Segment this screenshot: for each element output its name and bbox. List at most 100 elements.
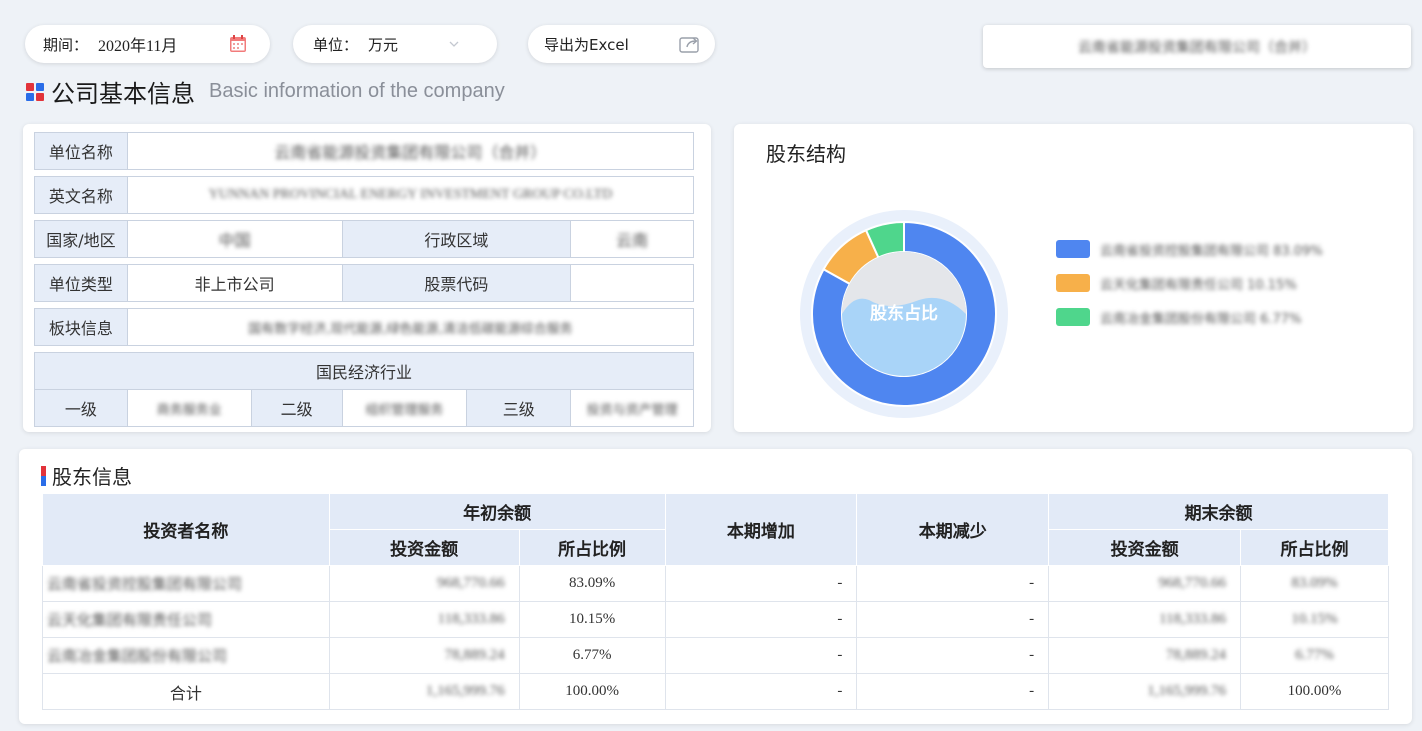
level2-label: 二级 [250, 389, 343, 427]
table-row: 云天化集团有限责任公司 118,333.86 10.15% - - 118,33… [42, 601, 1389, 638]
company-info-card: 单位名称 云南省能源投资集团有限公司（合并） 英文名称 YUNNAN PROVI… [23, 124, 711, 432]
holder-legend: 云南省投资控股集团有限公司 83.09% 云天化集团有限责任公司 10.15% … [1056, 232, 1323, 334]
grid-icon [26, 82, 44, 101]
english-name-value: YUNNAN PROVINCIAL ENERGY INVESTMENT GROU… [126, 176, 695, 214]
legend-item: 云南省投资控股集团有限公司 83.09% [1056, 232, 1323, 266]
level3-value: 投资与资产管理 [570, 389, 694, 427]
export-label: 导出为Excel [544, 35, 629, 54]
total-label: 合计 [42, 673, 330, 710]
shareholder-info-card: 股东信息 投资者名称 年初余额 本期增加 本期减少 期末余额 投资金额 所占比例… [19, 449, 1412, 724]
begin-amount: 78,889.24 [328, 637, 520, 674]
unit-type-value: 非上市公司 [126, 264, 343, 302]
company-selector[interactable]: 云南省能源投资集团有限公司（合并） [983, 25, 1411, 68]
stock-code-label: 股票代码 [341, 264, 572, 302]
header-begin-amount: 投资金额 [328, 529, 520, 566]
legend-swatch [1056, 308, 1090, 326]
unit-name-label: 单位名称 [34, 132, 128, 170]
level3-label: 三级 [466, 389, 572, 427]
end-ratio: 6.77% [1240, 637, 1389, 674]
sector-label: 板块信息 [34, 308, 128, 346]
period-value: 2020年11月 [98, 38, 178, 55]
section-header: 公司基本信息 Basic information of the company [25, 74, 505, 109]
legend-label: 云天化集团有限责任公司 10.15% [1100, 277, 1297, 293]
decrease: - [856, 601, 1050, 638]
decrease: - [856, 565, 1050, 602]
section-title: 公司基本信息 [51, 80, 195, 108]
export-icon [679, 37, 699, 53]
unit-value: 万元 [368, 35, 399, 54]
calendar-icon[interactable] [228, 34, 248, 54]
end-amount: 118,333.86 [1048, 601, 1242, 638]
table-total-row: 合计 1,165,999.76 100.00% - - 1,165,999.76… [42, 673, 1389, 710]
end-amount: 78,889.24 [1048, 637, 1242, 674]
shareholder-table: 投资者名称 年初余额 本期增加 本期减少 期末余额 投资金额 所占比例 投资金额… [42, 493, 1389, 710]
holder-structure-title: 股东结构 [766, 142, 846, 166]
legend-label: 云南省投资控股集团有限公司 83.09% [1100, 243, 1323, 259]
investor-name: 云天化集团有限责任公司 [42, 601, 330, 638]
header-investor: 投资者名称 [42, 493, 330, 566]
level1-value: 商务服务业 [126, 389, 252, 427]
legend-item: 云天化集团有限责任公司 10.15% [1056, 266, 1323, 300]
increase: - [664, 601, 858, 638]
begin-ratio: 83.09% [518, 565, 666, 602]
begin-amount: 968,770.66 [328, 565, 520, 602]
legend-label: 云南冶金集团股份有限公司 6.77% [1100, 311, 1302, 327]
export-excel-button[interactable]: 导出为Excel [528, 25, 715, 63]
table-row: 云南冶金集团股份有限公司 78,889.24 6.77% - - 78,889.… [42, 637, 1389, 674]
country-label: 国家/地区 [34, 220, 128, 258]
donut-center-label: 股东占比 [870, 303, 938, 324]
shareholder-title: 股东信息 [52, 465, 132, 489]
total-end-ratio: 100.00% [1240, 673, 1389, 710]
holder-donut-chart: 股东占比 [800, 210, 1008, 418]
decrease: - [856, 637, 1050, 674]
total-increase: - [664, 673, 858, 710]
company-selector-value: 云南省能源投资集团有限公司（合并） [1078, 39, 1316, 56]
total-begin-amount: 1,165,999.76 [328, 673, 520, 710]
investor-name: 云南省投资控股集团有限公司 [42, 565, 330, 602]
unit-type-label: 单位类型 [34, 264, 128, 302]
begin-ratio: 6.77% [518, 637, 666, 674]
level2-value: 组织管理服务 [341, 389, 468, 427]
level1-label: 一级 [34, 389, 128, 427]
table-row: 云南省投资控股集团有限公司 968,770.66 83.09% - - 968,… [42, 565, 1389, 602]
admin-region-value: 云南 [570, 220, 694, 258]
total-end-amount: 1,165,999.76 [1048, 673, 1242, 710]
header-end-ratio: 所占比例 [1240, 529, 1389, 566]
header-begin: 年初余额 [328, 493, 666, 530]
increase: - [664, 637, 858, 674]
period-label: 期间： [43, 35, 89, 54]
legend-swatch [1056, 274, 1090, 292]
industry-header: 国民经济行业 [34, 352, 694, 390]
english-name-label: 英文名称 [34, 176, 128, 214]
legend-item: 云南冶金集团股份有限公司 6.77% [1056, 300, 1323, 334]
header-decrease: 本期减少 [856, 493, 1050, 566]
company-info-table: 单位名称 云南省能源投资集团有限公司（合并） 英文名称 YUNNAN PROVI… [34, 132, 695, 427]
unit-selector[interactable]: 单位： 万元 [293, 25, 497, 63]
legend-swatch [1056, 240, 1090, 258]
stock-code-value [570, 264, 694, 302]
begin-ratio: 10.15% [518, 601, 666, 638]
shareholder-section-header: 股东信息 [41, 461, 132, 490]
header-end-amount: 投资金额 [1048, 529, 1242, 566]
section-subtitle: Basic information of the company [209, 80, 505, 102]
end-amount: 968,770.66 [1048, 565, 1242, 602]
country-value: 中国 [126, 220, 343, 258]
section-bar-icon [41, 465, 46, 486]
begin-amount: 118,333.86 [328, 601, 520, 638]
holder-structure-card: 股东结构 股东占比 云南省投资控股集团有限公司 83.09% 云天化集团有限责任… [734, 124, 1413, 432]
investor-name: 云南冶金集团股份有限公司 [42, 637, 330, 674]
period-selector[interactable]: 期间： 2020年11月 [25, 25, 270, 63]
unit-label: 单位： [313, 35, 359, 54]
header-increase: 本期增加 [664, 493, 858, 566]
chevron-down-icon [449, 41, 459, 47]
unit-name-value: 云南省能源投资集团有限公司（合并） [126, 132, 695, 170]
end-ratio: 83.09% [1240, 565, 1389, 602]
header-begin-ratio: 所占比例 [518, 529, 666, 566]
header-end: 期末余额 [1048, 493, 1389, 530]
total-decrease: - [856, 673, 1050, 710]
admin-region-label: 行政区域 [341, 220, 572, 258]
increase: - [664, 565, 858, 602]
end-ratio: 10.15% [1240, 601, 1389, 638]
total-begin-ratio: 100.00% [518, 673, 666, 710]
sector-value: 国有数字经济,现代能源,绿色能源,清洁低碳能源综合服务 [126, 308, 695, 346]
